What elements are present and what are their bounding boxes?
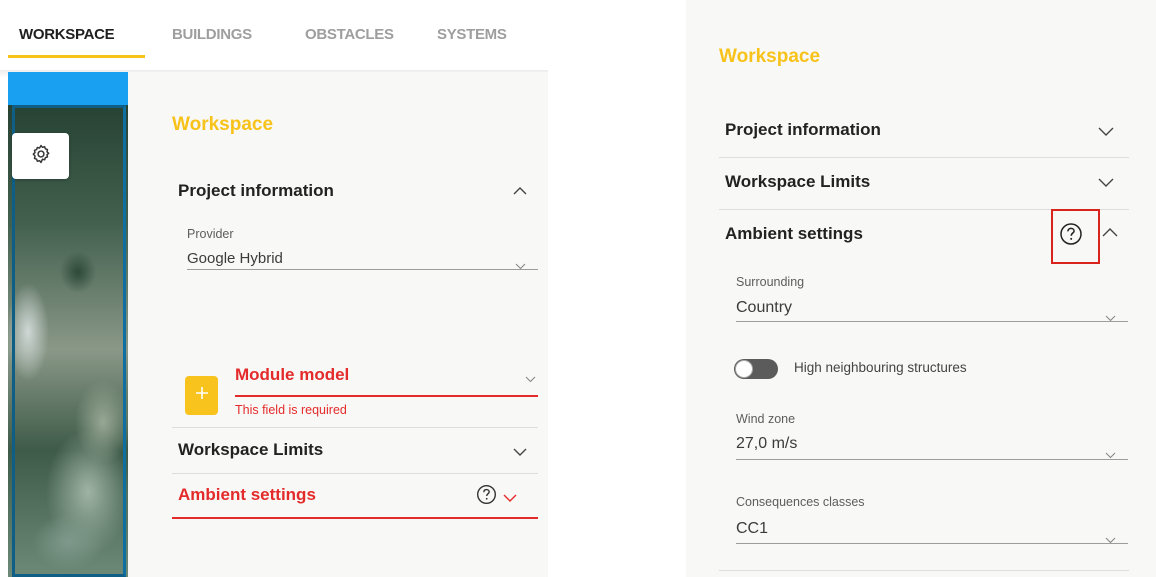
consequences-classes-label: Consequences classes bbox=[736, 495, 865, 509]
surrounding-select-underline bbox=[736, 321, 1128, 322]
chevron-down-icon[interactable] bbox=[1097, 175, 1115, 193]
tab-buildings[interactable]: BUILDINGS bbox=[172, 26, 252, 43]
consequences-classes-select-underline bbox=[736, 543, 1128, 544]
tab-systems[interactable]: SYSTEMS bbox=[437, 26, 507, 43]
project-information-header[interactable]: Project information bbox=[178, 181, 334, 201]
high-neighbouring-toggle[interactable] bbox=[734, 359, 778, 379]
help-highlight-box bbox=[1051, 209, 1100, 264]
add-module-button[interactable] bbox=[185, 376, 218, 415]
wind-zone-select-underline bbox=[736, 459, 1128, 460]
divider bbox=[719, 157, 1129, 158]
chevron-down-icon[interactable] bbox=[1105, 446, 1116, 464]
gear-icon bbox=[30, 143, 52, 170]
surrounding-select-value[interactable]: Country bbox=[736, 299, 792, 317]
panel-title: Workspace bbox=[172, 114, 274, 135]
ambient-settings-underline bbox=[172, 517, 538, 519]
provider-select-underline bbox=[187, 269, 538, 270]
chevron-down-icon[interactable] bbox=[1105, 531, 1116, 549]
map-top-bar bbox=[8, 72, 128, 105]
chevron-down-icon[interactable] bbox=[1105, 309, 1116, 327]
ambient-settings-header[interactable]: Ambient settings bbox=[725, 224, 863, 244]
chevron-down-icon[interactable] bbox=[525, 370, 536, 388]
tab-workspace[interactable]: WORKSPACE bbox=[19, 26, 115, 43]
chevron-down-icon[interactable] bbox=[515, 257, 526, 275]
module-model-error: This field is required bbox=[235, 403, 347, 417]
help-circle-icon[interactable] bbox=[476, 484, 497, 510]
chevron-down-icon[interactable] bbox=[502, 490, 518, 508]
chevron-up-icon[interactable] bbox=[1101, 225, 1119, 243]
wind-zone-select-value[interactable]: 27,0 m/s bbox=[736, 435, 797, 453]
workspace-limits-header[interactable]: Workspace Limits bbox=[178, 440, 323, 460]
provider-label: Provider bbox=[187, 227, 234, 241]
chevron-down-icon[interactable] bbox=[1097, 124, 1115, 142]
toggle-knob bbox=[735, 360, 753, 378]
project-information-header[interactable]: Project information bbox=[725, 120, 881, 140]
divider bbox=[719, 570, 1129, 571]
plus-icon bbox=[195, 386, 209, 405]
surrounding-label: Surrounding bbox=[736, 275, 805, 289]
module-model-label[interactable]: Module model bbox=[235, 365, 349, 385]
consequences-classes-select-value[interactable]: CC1 bbox=[736, 520, 768, 538]
divider bbox=[172, 427, 538, 428]
panel-title: Workspace bbox=[719, 46, 821, 67]
module-model-underline bbox=[235, 395, 538, 397]
tab-obstacles[interactable]: OBSTACLES bbox=[305, 26, 394, 43]
ambient-settings-header[interactable]: Ambient settings bbox=[178, 485, 316, 505]
high-neighbouring-label: High neighbouring structures bbox=[794, 360, 967, 375]
left-panel: WORKSPACE BUILDINGS OBSTACLES SYSTEMS Wo… bbox=[0, 0, 548, 577]
chevron-up-icon[interactable] bbox=[512, 183, 528, 201]
wind-zone-label: Wind zone bbox=[736, 412, 796, 426]
provider-select-value[interactable]: Google Hybrid bbox=[187, 250, 283, 267]
active-tab-indicator bbox=[8, 55, 145, 58]
divider bbox=[172, 473, 538, 474]
workspace-limits-header[interactable]: Workspace Limits bbox=[725, 172, 870, 192]
tab-bar: WORKSPACE BUILDINGS OBSTACLES SYSTEMS bbox=[0, 0, 548, 72]
chevron-down-icon[interactable] bbox=[512, 444, 528, 462]
map-settings-button[interactable] bbox=[12, 133, 69, 179]
